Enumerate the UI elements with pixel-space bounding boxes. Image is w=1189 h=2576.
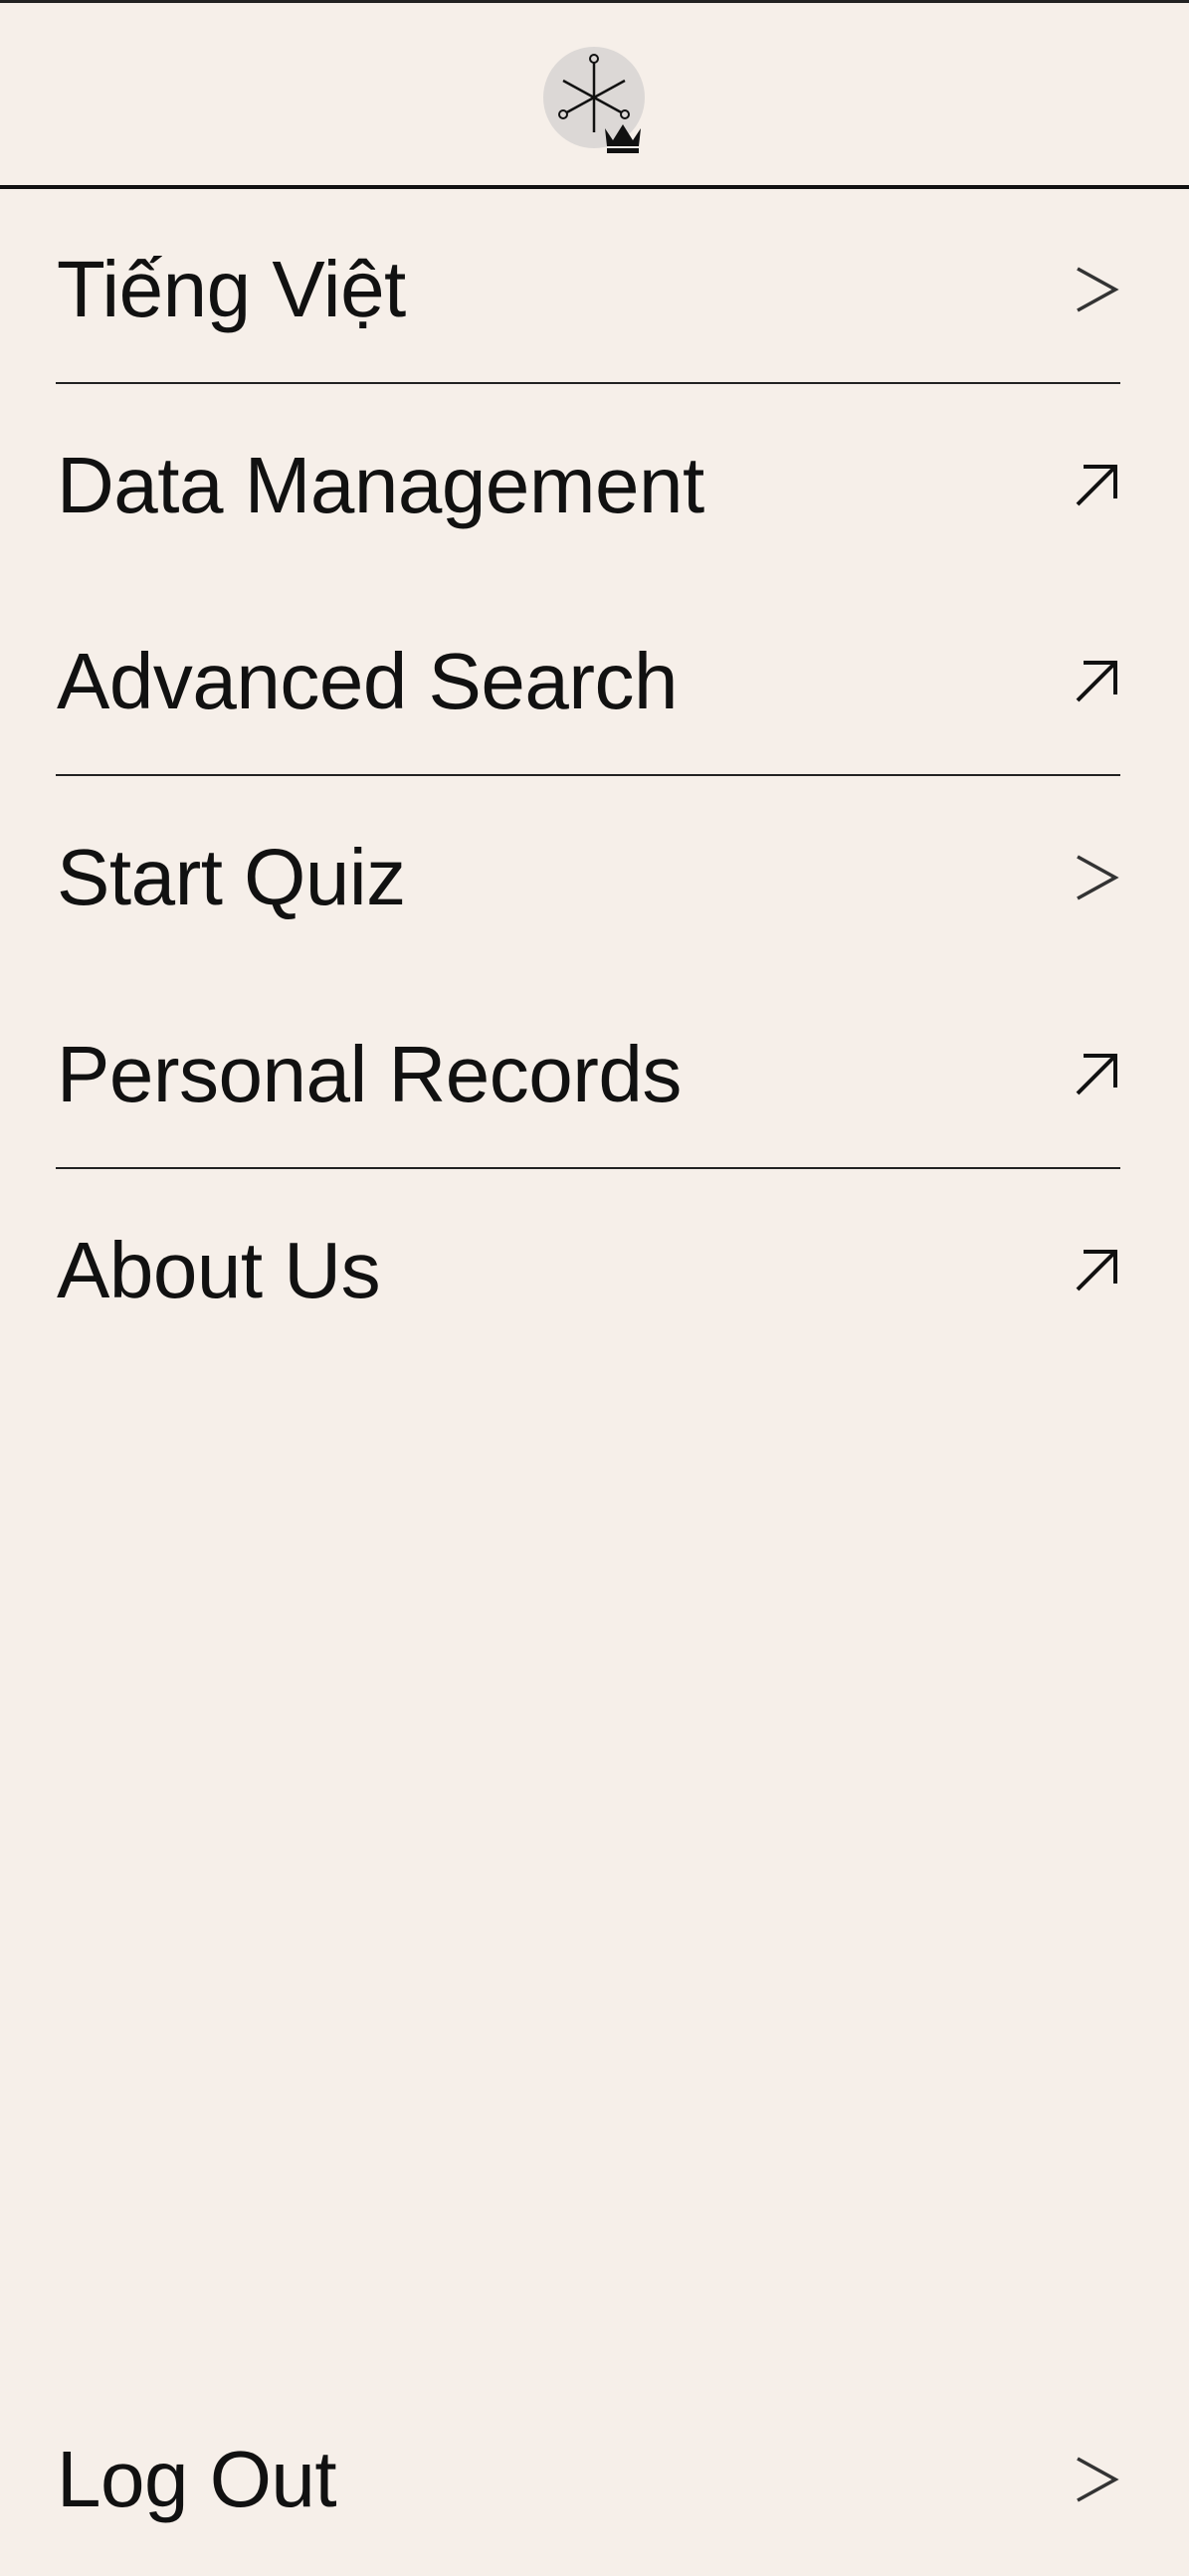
menu-item-label: Personal Records	[57, 1030, 682, 1118]
external-link-arrow-icon	[1076, 1250, 1117, 1291]
chevron-right-icon	[1077, 267, 1119, 312]
menu-item-start-quiz[interactable]: Start Quiz	[0, 783, 1189, 972]
menu-item-label: Tiếng Việt	[57, 245, 406, 333]
logout-label: Log Out	[57, 2435, 337, 2523]
menu-item-label: About Us	[57, 1226, 381, 1314]
external-link-arrow-icon	[1076, 661, 1117, 702]
menu-item-label: Data Management	[57, 441, 704, 529]
menu-item-label: Start Quiz	[57, 833, 406, 921]
chevron-right-icon	[1077, 855, 1119, 900]
external-link-arrow-icon	[1076, 1054, 1117, 1095]
external-link-arrow-icon	[1076, 465, 1117, 506]
chevron-right-icon	[1077, 2457, 1119, 2502]
divider	[56, 1167, 1120, 1169]
menu-item-about-us[interactable]: About Us	[0, 1176, 1189, 1365]
menu-item-language[interactable]: Tiếng Việt	[0, 195, 1189, 384]
crown-badge-icon	[605, 124, 641, 153]
menu-item-advanced-search[interactable]: Advanced Search	[0, 587, 1189, 776]
menu-item-personal-records[interactable]: Personal Records	[0, 980, 1189, 1169]
header	[0, 0, 1189, 189]
divider	[56, 774, 1120, 776]
menu-item-label: Advanced Search	[57, 637, 679, 725]
divider	[56, 382, 1120, 384]
logout-button[interactable]: Log Out	[0, 2385, 1189, 2574]
menu-item-data-management[interactable]: Data Management	[0, 391, 1189, 580]
